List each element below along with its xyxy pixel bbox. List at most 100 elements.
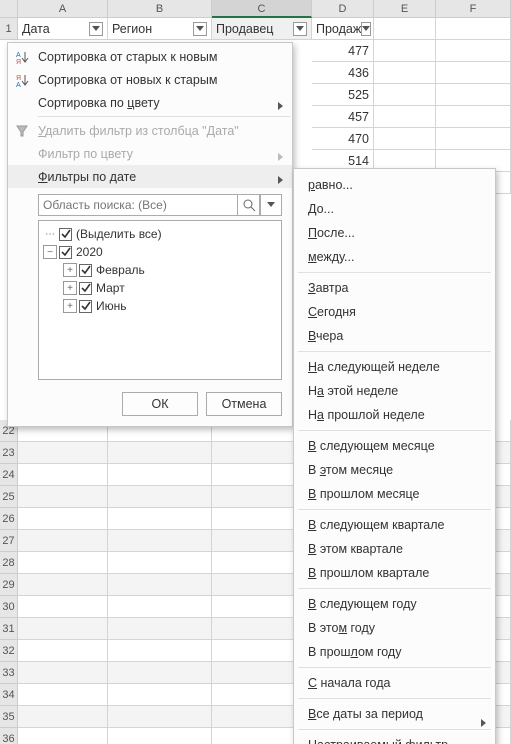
cell[interactable] [18,706,108,728]
search-icon[interactable] [238,194,260,216]
cell[interactable] [374,18,436,40]
cancel-button[interactable]: Отмена [206,392,282,416]
cell[interactable] [18,486,108,508]
tree-expand-icon[interactable]: + [63,263,77,277]
row-header-1[interactable]: 1 [0,18,18,40]
cell[interactable] [18,662,108,684]
date-filter-item-21[interactable]: В следующем году [294,592,495,616]
row-header-31[interactable]: 31 [0,618,18,640]
date-filter-item-1[interactable]: До... [294,197,495,221]
cell[interactable] [374,128,436,150]
tree-expand-icon[interactable]: + [63,299,77,313]
cell[interactable] [108,706,212,728]
date-filter-item-9[interactable]: На следующей неделе [294,355,495,379]
cell[interactable] [436,106,511,128]
filter-dropdown-icon[interactable] [89,22,103,36]
tree-expand-icon[interactable]: + [63,281,77,295]
row-header-36[interactable]: 36 [0,728,18,744]
cell[interactable] [108,728,212,744]
cell-d-6[interactable]: 470 [312,128,374,150]
cell-d-5[interactable]: 457 [312,106,374,128]
date-filter-item-29[interactable]: Настраиваемый фильтр... [294,733,495,744]
date-filter-item-2[interactable]: После... [294,221,495,245]
cell[interactable] [18,552,108,574]
cell[interactable] [108,684,212,706]
cell[interactable] [108,662,212,684]
date-filter-item-0[interactable]: равно... [294,173,495,197]
col-header-E[interactable]: E [374,0,436,18]
row-header-33[interactable]: 33 [0,662,18,684]
cell[interactable] [18,574,108,596]
checkbox-icon[interactable] [79,282,92,295]
row-header-30[interactable]: 30 [0,596,18,618]
date-filter-item-19[interactable]: В прошлом квартале [294,561,495,585]
date-filter-item-6[interactable]: Сегодня [294,300,495,324]
date-filter-item-14[interactable]: В этом месяце [294,458,495,482]
sort-new-to-old[interactable]: ЯАСортировка от новых к старым [8,68,292,91]
date-filter-item-17[interactable]: В следующем квартале [294,513,495,537]
cell[interactable] [374,84,436,106]
table-header-1[interactable]: Регион [108,18,212,40]
cell[interactable] [108,508,212,530]
tree-select-all[interactable]: ⋯(Выделить все) [41,225,279,243]
row-header-23[interactable]: 23 [0,442,18,464]
cell[interactable] [18,508,108,530]
date-filter-item-11[interactable]: На прошлой неделе [294,403,495,427]
row-header-29[interactable]: 29 [0,574,18,596]
filter-dropdown-icon[interactable] [193,22,207,36]
sort-by-color[interactable]: Сортировка по цвету [8,91,292,114]
row-header-25[interactable]: 25 [0,486,18,508]
col-header-C[interactable]: C [212,0,312,18]
cell[interactable] [436,84,511,106]
table-header-0[interactable]: Дата [18,18,108,40]
cell[interactable] [108,442,212,464]
date-filter-item-25[interactable]: С начала года [294,671,495,695]
date-filter-item-13[interactable]: В следующем месяце [294,434,495,458]
cell[interactable] [436,62,511,84]
cell[interactable] [108,552,212,574]
cell[interactable] [108,596,212,618]
col-header-B[interactable]: B [108,0,212,18]
cell[interactable] [18,618,108,640]
filter-dropdown-icon[interactable] [361,22,371,36]
cell[interactable] [108,574,212,596]
row-header-26[interactable]: 26 [0,508,18,530]
cell[interactable] [18,640,108,662]
search-dropdown-icon[interactable] [260,194,282,216]
date-filter-item-27[interactable]: Все даты за период [294,702,495,726]
tree-month[interactable]: +Февраль [41,261,279,279]
tree-month[interactable]: +Март [41,279,279,297]
select-all-corner[interactable] [0,0,18,18]
cell[interactable] [18,728,108,744]
cell[interactable] [18,530,108,552]
cell-d-4[interactable]: 525 [312,84,374,106]
cell[interactable] [108,486,212,508]
cell[interactable] [18,684,108,706]
cell[interactable] [374,62,436,84]
cell[interactable] [108,464,212,486]
cell[interactable] [18,442,108,464]
date-filter-item-3[interactable]: между... [294,245,495,269]
date-filter-item-15[interactable]: В прошлом месяце [294,482,495,506]
cell[interactable] [108,530,212,552]
checkbox-icon[interactable] [59,228,72,241]
date-filter-item-10[interactable]: На этой неделе [294,379,495,403]
cell[interactable] [436,18,511,40]
row-header-32[interactable]: 32 [0,640,18,662]
cell-d-2[interactable]: 477 [312,40,374,62]
cell[interactable] [108,640,212,662]
cell[interactable] [18,596,108,618]
row-header-24[interactable]: 24 [0,464,18,486]
checkbox-icon[interactable] [79,264,92,277]
table-header-3[interactable]: Продаж [312,18,374,40]
checkbox-icon[interactable] [79,300,92,313]
cell[interactable] [374,106,436,128]
date-filter-item-22[interactable]: В этом году [294,616,495,640]
col-header-A[interactable]: A [18,0,108,18]
col-header-F[interactable]: F [436,0,511,18]
cell[interactable] [18,464,108,486]
row-header-28[interactable]: 28 [0,552,18,574]
cell[interactable] [436,40,511,62]
checkbox-icon[interactable] [59,246,72,259]
date-filter-item-18[interactable]: В этом квартале [294,537,495,561]
